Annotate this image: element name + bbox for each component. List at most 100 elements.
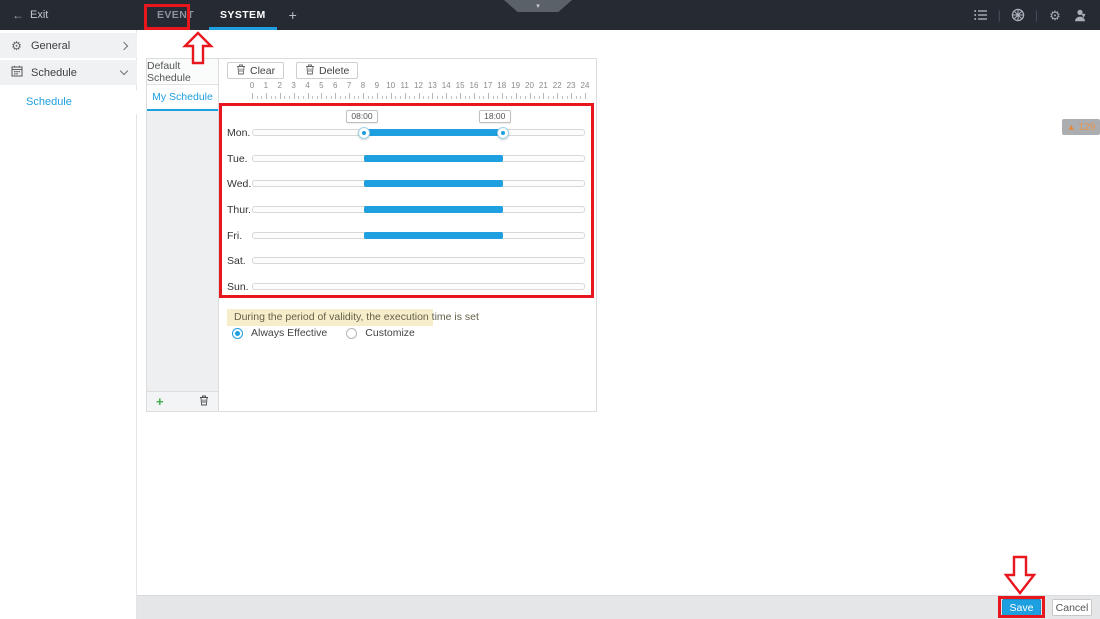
day-label: Sat.: [227, 255, 246, 267]
sidebar-item-schedule[interactable]: Schedule: [0, 60, 137, 85]
ruler-hour-label: 18: [495, 81, 509, 90]
profile-list-toolbar: +: [147, 391, 218, 411]
day-row-mon: Mon.: [219, 129, 596, 141]
ruler-hour-label: 3: [287, 81, 301, 90]
exit-button[interactable]: ← Exit: [12, 0, 48, 30]
cancel-button[interactable]: Cancel: [1052, 599, 1092, 616]
day-label: Sun.: [227, 281, 249, 293]
slider-handle-end[interactable]: [497, 127, 509, 139]
validity-options: Always Effective Customize: [232, 327, 415, 339]
time-slider-track[interactable]: [252, 129, 585, 136]
schedule-profile-list: Default ScheduleMy Schedule +: [147, 59, 219, 411]
radio-always-effective[interactable]: Always Effective: [232, 327, 327, 339]
ruler-hour-label: 15: [453, 81, 467, 90]
network-wheel-icon[interactable]: [1010, 7, 1026, 23]
warning-triangle-icon: ▲: [1067, 123, 1076, 132]
sidebar: ⚙ General Schedule Schedule: [0, 30, 137, 619]
exit-label: Exit: [30, 9, 48, 21]
profile-default-schedule[interactable]: Default Schedule: [147, 59, 218, 85]
ruler-hour-label: 24: [578, 81, 592, 90]
radio-circle-icon[interactable]: [232, 328, 243, 339]
warning-count: 129: [1079, 122, 1096, 133]
time-slider-range[interactable]: [364, 155, 503, 162]
clear-button[interactable]: Clear: [227, 62, 284, 79]
chevron-down-icon: ▾: [536, 3, 540, 10]
chevron-right-icon: [120, 41, 128, 49]
tab-add[interactable]: +: [279, 0, 308, 30]
time-slider-range[interactable]: [364, 232, 503, 239]
topbar-tabs: EVENTSYSTEM+: [144, 0, 307, 30]
ruler-hour-label: 4: [301, 81, 315, 90]
ruler-hour-label: 20: [523, 81, 537, 90]
ruler-hour-label: 11: [398, 81, 412, 90]
add-schedule-button[interactable]: +: [156, 395, 164, 408]
chevron-down-icon: [120, 67, 128, 75]
slider-handle-start[interactable]: [358, 127, 370, 139]
ruler-hour-label: 5: [314, 81, 328, 90]
delete-button[interactable]: Delete: [296, 62, 358, 79]
day-row-sat: Sat.: [219, 257, 596, 269]
time-slider-track[interactable]: [252, 180, 585, 187]
time-slider-range[interactable]: [364, 129, 503, 136]
day-label: Wed.: [227, 178, 251, 190]
ruler-hour-label: 21: [536, 81, 550, 90]
annotation-arrow-down: [1003, 555, 1037, 595]
ruler-hour-label: 19: [509, 81, 523, 90]
schedule-editor: Clear Delete 012345678910111213141516171…: [219, 59, 596, 411]
ruler-hour-label: 2: [273, 81, 287, 90]
icon-separator: |: [998, 8, 1001, 22]
back-arrow-icon: ←: [12, 8, 24, 22]
app-window: ← Exit EVENTSYSTEM+ ||⚙▾ ▾ ⚙ General Sch…: [0, 0, 1100, 619]
day-row-sun: Sun.: [219, 283, 596, 295]
ruler-hour-label: 9: [370, 81, 384, 90]
profile-my-schedule[interactable]: My Schedule: [147, 85, 218, 111]
ruler-hour-label: 23: [564, 81, 578, 90]
time-slider-range[interactable]: [364, 180, 503, 187]
time-slider-track[interactable]: [252, 155, 585, 162]
tab-event[interactable]: EVENT: [144, 0, 207, 30]
ruler-hour-label: 12: [412, 81, 426, 90]
time-slider-track[interactable]: [252, 257, 585, 264]
radio-customize[interactable]: Customize: [346, 327, 415, 339]
time-tooltip: 08:00: [346, 110, 378, 123]
tab-system[interactable]: SYSTEM: [207, 0, 279, 30]
ruler-hour-label: 16: [467, 81, 481, 90]
ruler-hour-label: 14: [439, 81, 453, 90]
time-slider-track[interactable]: [252, 283, 585, 290]
trash-icon: [236, 64, 246, 78]
sidebar-subitem-schedule[interactable]: Schedule: [0, 90, 137, 114]
day-label: Fri.: [227, 230, 242, 242]
time-tooltip: 18:00: [479, 110, 511, 123]
ruler-hour-label: 0: [245, 81, 259, 90]
day-row-wed: Wed.: [219, 180, 596, 192]
time-slider-range[interactable]: [364, 206, 503, 213]
day-row-thur: Thur.: [219, 206, 596, 218]
ruler-hour-label: 10: [384, 81, 398, 90]
time-slider-track[interactable]: [252, 206, 585, 213]
delete-schedule-icon[interactable]: [199, 393, 209, 411]
user-account-icon[interactable]: ▾: [1072, 7, 1088, 23]
day-label: Tue.: [227, 153, 248, 165]
footer-bar: [137, 595, 1100, 619]
ruler-hour-label: 6: [328, 81, 342, 90]
day-label: Mon.: [227, 127, 250, 139]
alarm-warning-badge[interactable]: ▲ 129: [1062, 119, 1100, 135]
save-button[interactable]: Save: [1002, 599, 1041, 616]
topbar-icons: | | ⚙ ▾: [973, 0, 1088, 30]
calendar-icon: [10, 65, 23, 80]
gear-icon: ⚙: [10, 39, 23, 53]
trash-icon: [305, 64, 315, 78]
menu-list-icon[interactable]: [973, 7, 989, 23]
time-slider-track[interactable]: [252, 232, 585, 239]
radio-circle-icon[interactable]: [346, 328, 357, 339]
sidebar-item-general[interactable]: ⚙ General: [0, 33, 137, 58]
validity-note: During the period of validity, the execu…: [227, 309, 433, 326]
day-row-tue: Tue.: [219, 155, 596, 167]
day-row-fri: Fri.: [219, 232, 596, 244]
gear-icon[interactable]: ⚙: [1047, 7, 1063, 23]
ruler-hour-label: 7: [342, 81, 356, 90]
schedule-panel: Default ScheduleMy Schedule + Clear Dele…: [146, 58, 597, 412]
ruler-hour-label: 17: [481, 81, 495, 90]
icon-separator: |: [1035, 8, 1038, 22]
day-label: Thur.: [227, 204, 251, 216]
